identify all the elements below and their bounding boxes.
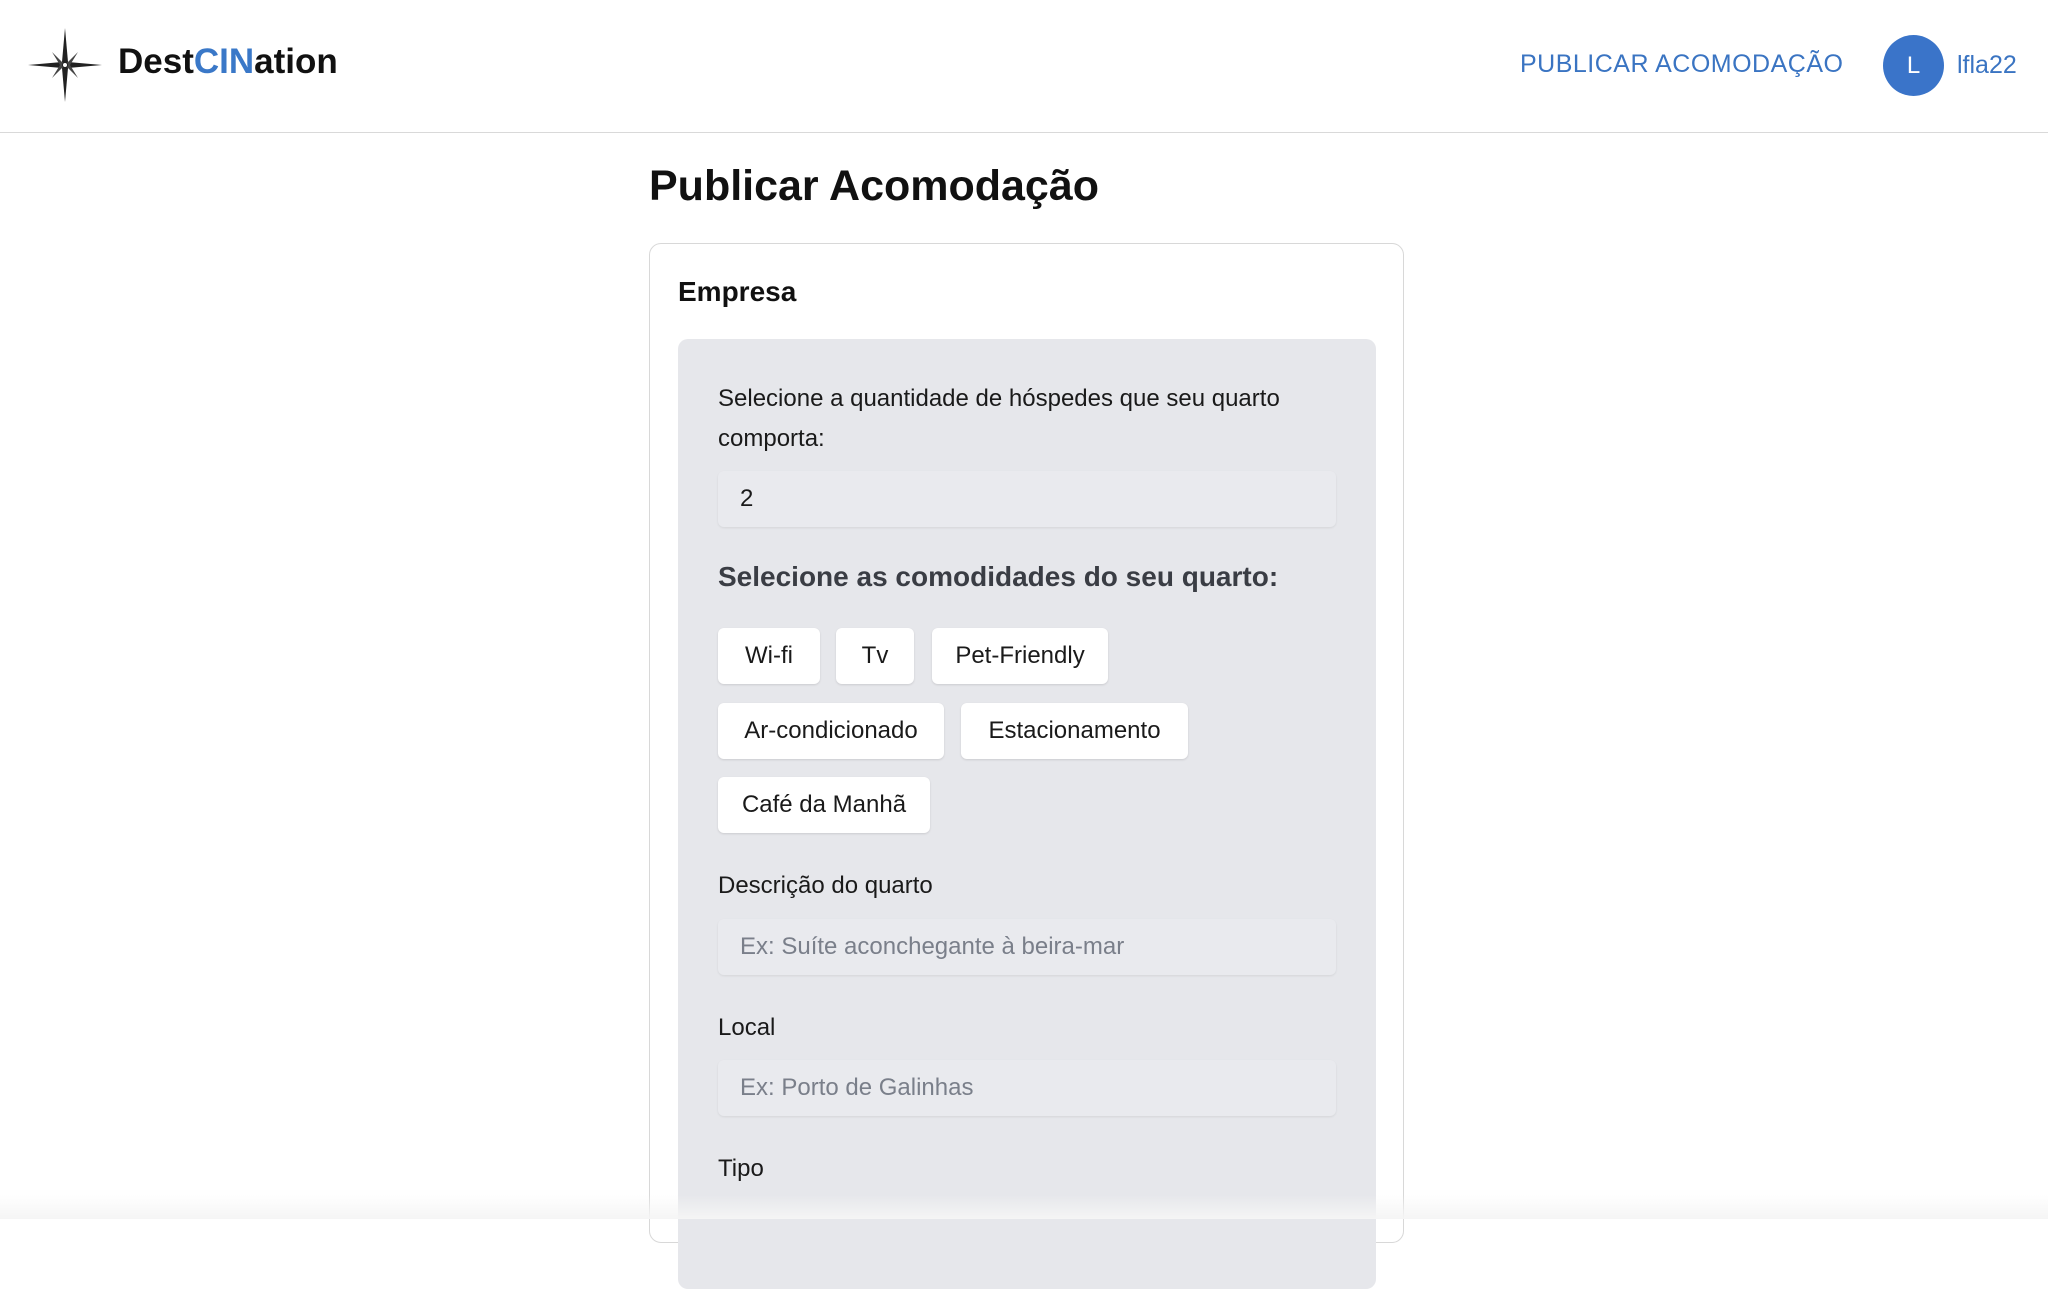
page-title: Publicar Acomodação — [649, 162, 1100, 210]
compass-star-icon[interactable] — [26, 26, 104, 104]
brand-logo-text[interactable]: DestCINation — [118, 42, 338, 82]
description-label: Descrição do quarto — [718, 872, 933, 899]
location-input[interactable]: Ex: Porto de Galinhas — [718, 1060, 1336, 1116]
guests-label: Selecione a quantidade de hóspedes que s… — [718, 385, 1280, 452]
avatar-initial: L — [1906, 51, 1921, 79]
amenity-chip-wifi[interactable]: Wi-fi — [718, 628, 820, 684]
publish-accommodation-link[interactable]: PUBLICAR ACOMODAÇÃO — [1520, 50, 1843, 79]
amenity-chip-tv[interactable]: Tv — [836, 628, 914, 684]
guests-select[interactable]: 2 — [718, 471, 1336, 527]
top-header: DestCINation PUBLICAR ACOMODAÇÃO L lfla2… — [0, 0, 2048, 133]
amenity-chip-pet-friendly[interactable]: Pet-Friendly — [932, 628, 1108, 684]
amenity-chip-parking[interactable]: Estacionamento — [961, 703, 1188, 759]
amenities-title: Selecione as comodidades do seu quarto: — [718, 561, 1279, 592]
description-input[interactable]: Ex: Suíte aconchegante à beira-mar — [718, 919, 1336, 975]
avatar[interactable]: L — [1883, 35, 1944, 96]
card-title: Empresa — [678, 276, 797, 307]
type-label: Tipo — [718, 1155, 764, 1182]
bottom-fade — [0, 1195, 2048, 1219]
company-card: Empresa Selecione a quantidade de hósped… — [649, 243, 1404, 1289]
amenity-chip-breakfast[interactable]: Café da Manhã — [718, 777, 930, 833]
username-link[interactable]: lfla22 — [1957, 51, 2017, 80]
form-panel: Selecione a quantidade de hóspedes que s… — [678, 339, 1376, 1289]
location-label: Local — [718, 1014, 776, 1041]
amenity-chip-air-conditioning[interactable]: Ar-condicionado — [718, 703, 944, 759]
